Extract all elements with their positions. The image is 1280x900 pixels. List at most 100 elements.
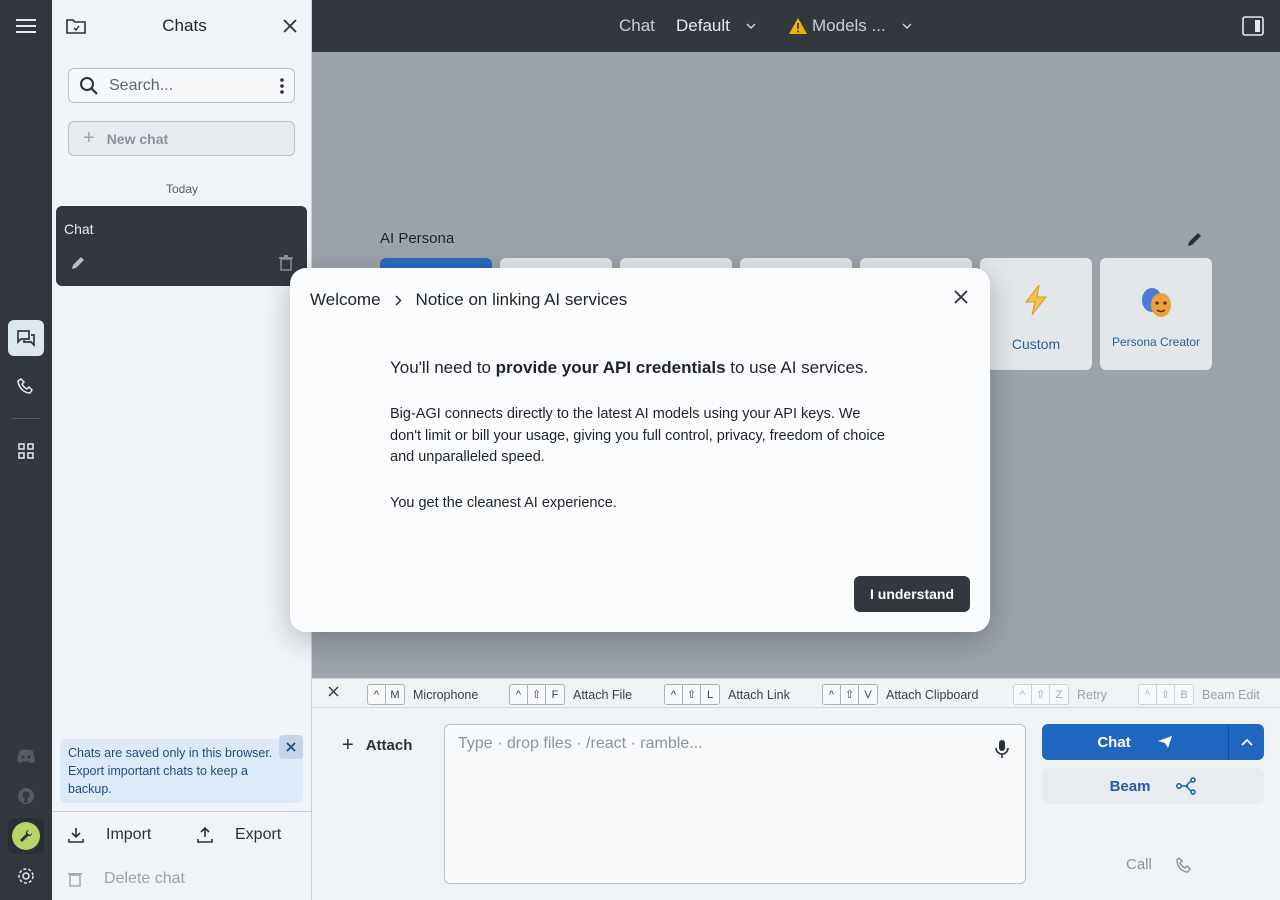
shortcut-keys: ^ ⇧ F: [509, 684, 565, 705]
trash-icon[interactable]: [279, 255, 293, 271]
rail-call-icon[interactable]: [8, 368, 44, 404]
settings-gear-icon[interactable]: [8, 858, 44, 894]
notice-text: Chats are saved only in this browser. Ex…: [68, 746, 273, 796]
shortcuts-bar: ^ M Microphone ^ ⇧ F Attach File ^ ⇧ L Attach…: [312, 678, 1280, 708]
breadcrumb-root[interactable]: Welcome: [310, 290, 381, 310]
message-input[interactable]: Type · drop files · /react · ramble...: [444, 724, 1026, 884]
persona-creator-label: Persona Creator: [1111, 335, 1201, 349]
folder-icon[interactable]: [66, 17, 86, 35]
new-chat-button[interactable]: + New chat: [68, 121, 295, 156]
import-label: Import: [106, 826, 152, 843]
top-bar: Chat Default Models ...: [312, 0, 1280, 52]
call-button[interactable]: Call: [1126, 856, 1192, 873]
shortcut-attach-file: ^ ⇧ F Attach File: [509, 684, 632, 705]
theater-masks-icon: [1139, 286, 1173, 320]
github-icon[interactable]: [8, 778, 44, 814]
close-notice-icon[interactable]: [279, 735, 303, 759]
shortcut-keys: ^ ⇧ B: [1138, 684, 1194, 705]
modal-lead-bold: provide your API credentials: [495, 358, 726, 377]
discord-icon[interactable]: [8, 738, 44, 774]
modal-close-icon[interactable]: [954, 290, 968, 304]
beam-label: Beam: [1109, 777, 1151, 795]
search-placeholder: Search...: [109, 76, 174, 94]
attach-plus-icon: +: [342, 734, 354, 756]
beam-fork-icon: [1176, 777, 1197, 795]
plus-icon: +: [83, 127, 95, 149]
shortcut-attach-clipboard: ^ ⇧ V Attach Clipboard: [822, 684, 978, 705]
topbar-chat-label: Chat: [619, 16, 655, 35]
models-select[interactable]: Models ...: [788, 0, 912, 52]
search-icon: [79, 76, 99, 96]
microphone-icon[interactable]: [995, 739, 1009, 759]
shortcut-keys: ^ ⇧ L: [664, 684, 720, 705]
shortcut-keys: ^ ⇧ Z: [1013, 684, 1069, 705]
sidebar-title: Chats: [162, 16, 207, 35]
modal-body: You'll need to provide your API credenti…: [390, 358, 890, 538]
composer: + Attach Type · drop files · /react · ra…: [312, 708, 1280, 900]
new-chat-label: New chat: [106, 130, 169, 147]
shortcut-label: Attach Clipboard: [886, 687, 979, 702]
export-button[interactable]: Export: [197, 826, 281, 844]
shortcut-label: Retry: [1077, 687, 1107, 702]
search-input[interactable]: Search...: [68, 68, 295, 103]
import-button[interactable]: Import: [68, 826, 151, 844]
browser-storage-notice: Chats are saved only in this browser. Ex…: [60, 735, 303, 803]
delete-chat-button[interactable]: Delete chat: [68, 870, 185, 888]
chevron-down-icon: [746, 23, 756, 29]
modal-paragraph-1: Big-AGI connects directly to the latest …: [390, 406, 885, 465]
close-shortcuts-icon[interactable]: [328, 686, 339, 697]
close-sidebar-icon[interactable]: [283, 19, 297, 33]
shortcut-label: Attach File: [573, 687, 633, 702]
export-label: Export: [235, 826, 282, 843]
send-plane-icon: [1157, 735, 1173, 749]
chats-sidebar: Chats Search... + New chat Today Chat Ch…: [52, 0, 312, 900]
chat-send-button-group: Chat: [1042, 724, 1264, 760]
modal-lead: You'll need to provide your API credenti…: [390, 358, 869, 377]
persona-card-custom[interactable]: Custom: [980, 258, 1092, 370]
more-vert-icon[interactable]: [280, 77, 284, 94]
shortcut-microphone: ^ M Microphone: [367, 684, 478, 705]
rail-tools-button[interactable]: [8, 818, 44, 854]
attach-label: Attach: [365, 737, 413, 754]
persona-select[interactable]: Default: [676, 0, 756, 52]
persona-title: AI Persona: [380, 230, 455, 247]
message-placeholder: Type · drop files · /react · ramble...: [458, 735, 703, 752]
modal-paragraph-2: You get the cleanest AI experience.: [390, 494, 617, 511]
call-label: Call: [1126, 856, 1152, 873]
toggle-panel-icon[interactable]: [1242, 0, 1264, 52]
upload-icon: [197, 827, 213, 843]
shortcut-attach-link: ^ ⇧ L Attach Link: [664, 684, 790, 705]
rail-chat-icon[interactable]: [8, 320, 44, 356]
persona-custom-label: Custom: [1011, 336, 1061, 352]
beam-button[interactable]: Beam: [1042, 768, 1264, 804]
chevron-right-icon: [395, 294, 402, 306]
persona-select-value: Default: [676, 16, 730, 35]
shortcut-keys: ^ ⇧ V: [822, 684, 878, 705]
attach-button[interactable]: + Attach: [342, 734, 412, 757]
shortcut-keys: ^ M: [367, 684, 405, 705]
chat-send-button[interactable]: Chat: [1042, 724, 1229, 760]
delete-chat-label: Delete chat: [104, 870, 185, 887]
call-phone-icon: [1176, 856, 1192, 873]
chat-item-label: Chat: [64, 221, 94, 237]
shortcut-retry: ^ ⇧ Z Retry: [1013, 684, 1107, 705]
rail-divider: [12, 418, 40, 419]
chat-list-item[interactable]: Chat: [56, 206, 307, 286]
persona-edit-icon[interactable]: [1186, 230, 1204, 248]
rail-apps-icon[interactable]: [8, 433, 44, 469]
models-chevron-icon: [902, 23, 912, 29]
edit-pencil-icon[interactable]: [70, 255, 86, 271]
wrench-icon: [12, 822, 40, 850]
sidebar-header: Chats: [52, 0, 311, 52]
shortcut-label: Beam Edit: [1202, 687, 1260, 702]
shortcut-label: Microphone: [413, 687, 479, 702]
sidebar-footer: Import Export Delete chat: [52, 811, 312, 900]
i-understand-button[interactable]: I understand: [853, 576, 970, 612]
section-today: Today: [165, 182, 199, 196]
menu-icon[interactable]: [8, 8, 44, 44]
persona-card-creator[interactable]: Persona Creator: [1100, 258, 1212, 370]
welcome-modal: Welcome Notice on linking AI services Yo…: [290, 268, 990, 632]
nav-rail: [0, 0, 52, 900]
warning-icon: [788, 17, 808, 35]
chat-options-chevron-icon[interactable]: [1229, 724, 1264, 760]
